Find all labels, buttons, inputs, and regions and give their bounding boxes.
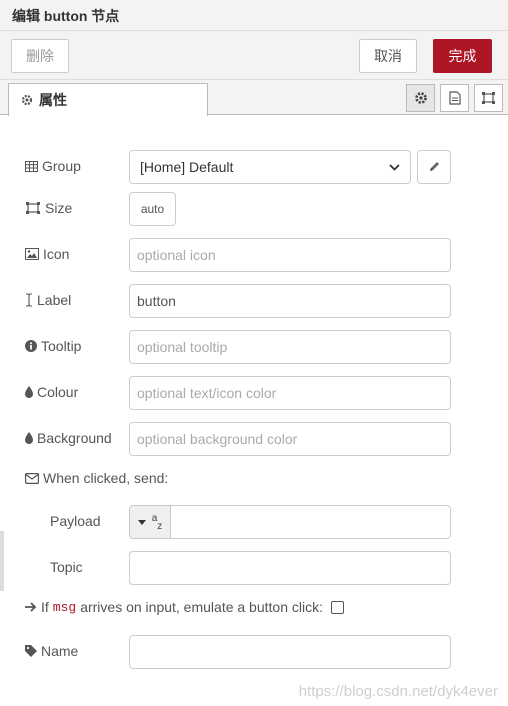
tab-description-button[interactable] [440,84,469,112]
label-row-label: Label [25,290,71,310]
image-icon [25,248,39,260]
group-select-value: [Home] Default [140,159,234,175]
frame-icon [481,91,496,105]
gear-icon [414,91,428,105]
tray-toolbar: 删除 取消 完成 [0,31,508,80]
background-input[interactable]: optional background color [129,422,451,456]
tray-header: 编辑 button 节点 [0,0,508,31]
tooltip-row-label: Tooltip [25,336,81,356]
group-select[interactable]: [Home] Default [129,150,411,184]
file-icon [448,91,461,105]
droplet-icon [25,386,33,398]
properties-form: Group [Home] Default Size auto Icon opti… [0,116,508,706]
arrow-right-icon [25,602,37,612]
tab-bar: 属性 [0,80,508,116]
when-clicked-label: When clicked, send: [25,468,168,488]
topic-row-label: Topic [50,559,83,575]
delete-button[interactable]: 删除 [11,39,69,73]
tab-settings-button[interactable] [406,84,435,112]
info-icon [25,340,37,352]
edit-group-button[interactable] [417,150,451,184]
pencil-icon [428,161,440,173]
icon-input[interactable]: optional icon [129,238,451,272]
caret-down-icon [137,519,146,525]
expand-icon [25,201,41,215]
group-row-label: Group [25,156,81,176]
cancel-button[interactable]: 取消 [359,39,417,73]
size-button[interactable]: auto [129,192,176,226]
emulate-click-checkbox[interactable] [330,600,344,614]
payload-row-label: Payload [50,513,101,529]
colour-input[interactable]: optional text/icon color [129,376,451,410]
background-row-label: Background [25,428,112,448]
topic-input[interactable] [129,551,451,585]
icon-row-label: Icon [25,244,69,264]
colour-row-label: Colour [25,382,78,402]
tab-properties-label: 属性 [39,92,67,108]
table-icon [25,160,38,172]
text-cursor-icon [25,293,33,307]
tag-icon [25,645,37,657]
gear-icon [21,94,33,106]
payload-typed-input[interactable]: az [129,505,451,539]
msg-code: msg [52,599,77,615]
payload-type-selector[interactable]: az [130,506,171,538]
droplet-icon [25,432,33,444]
envelope-icon [25,472,39,484]
tab-properties[interactable]: 属性 [8,83,208,116]
size-row-label: Size [25,198,72,218]
tab-appearance-button[interactable] [474,84,503,112]
string-type-icon: az [151,512,163,532]
tooltip-input[interactable]: optional tooltip [129,330,451,364]
name-input[interactable] [129,635,451,669]
emulate-row: If msg arrives on input, emulate a butto… [25,597,344,617]
name-row-label: Name [25,641,78,661]
done-button[interactable]: 完成 [433,39,492,73]
label-input[interactable]: button [129,284,451,318]
panel-resize-handle[interactable] [0,531,4,591]
watermark: https://blog.csdn.net/dyk4ever [298,683,498,700]
tray-title: 编辑 button 节点 [12,8,120,24]
chevron-down-icon [389,163,400,171]
